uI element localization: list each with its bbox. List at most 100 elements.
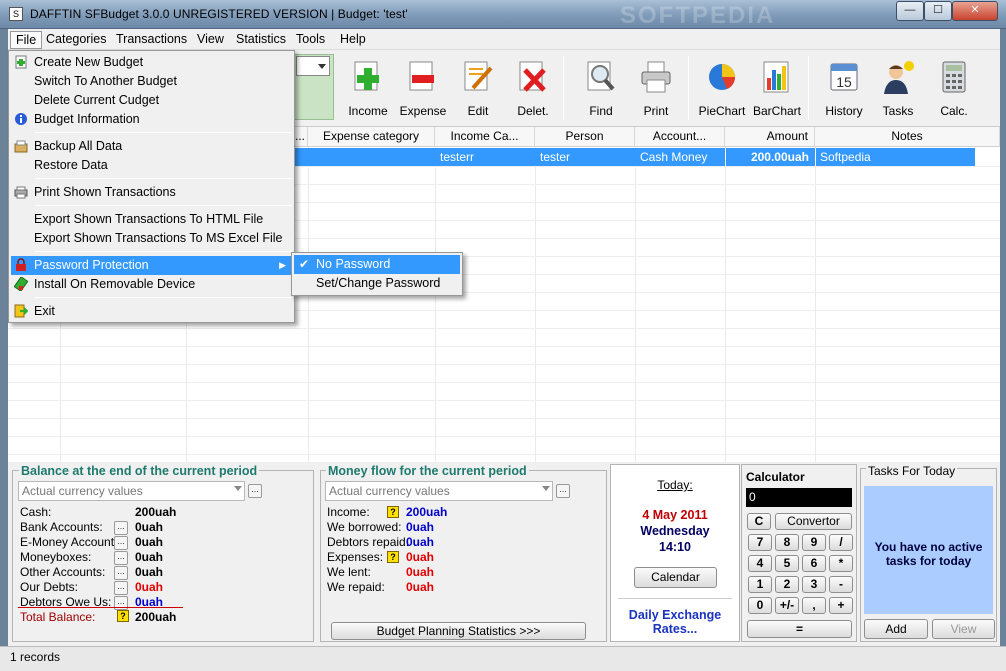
delete-button[interactable]: Delet. — [505, 58, 561, 120]
calculator-key[interactable]: 0 — [748, 597, 772, 614]
menu-help[interactable]: Help — [335, 31, 371, 47]
calculator-key[interactable]: 9 — [802, 534, 826, 551]
menu-transactions[interactable]: Transactions — [111, 31, 192, 47]
calculator-key[interactable]: * — [829, 555, 853, 572]
minimize-button[interactable]: — — [896, 1, 924, 21]
moneyflow-currency-value: Actual currency values — [329, 484, 450, 498]
moneyflow-currency-select[interactable]: Actual currency values — [325, 481, 553, 501]
menu-bar: File Categories Transactions View Statis… — [8, 29, 1000, 50]
edit-icon — [464, 61, 493, 91]
menu-item-label: Switch To Another Budget — [34, 74, 177, 88]
calculator-key[interactable]: +/- — [775, 597, 799, 614]
menu-item-export-html[interactable]: Export Shown Transactions To HTML File — [11, 210, 292, 229]
menu-item-budget-info[interactable]: Budget Information — [11, 110, 292, 129]
menu-item-label: Install On Removable Device — [34, 277, 196, 291]
calculator-key[interactable]: 3 — [802, 576, 826, 593]
piechart-label: PieChart — [698, 104, 746, 118]
print-button[interactable]: Print — [628, 58, 684, 120]
balance-row-details-button[interactable]: ... — [114, 551, 128, 565]
balance-row-details-button[interactable]: ... — [114, 566, 128, 580]
help-icon[interactable]: ? — [117, 610, 129, 622]
menu-view[interactable]: View — [192, 31, 229, 47]
menu-item-print[interactable]: Print Shown Transactions — [11, 183, 292, 202]
add-task-button[interactable]: Add — [864, 619, 928, 639]
maximize-button[interactable]: ☐ — [924, 1, 952, 21]
balance-row-label: Other Accounts: — [20, 565, 106, 579]
find-button[interactable]: Find — [573, 58, 629, 120]
view-task-button[interactable]: View — [932, 619, 995, 639]
moneyflow-options-button[interactable]: ... — [556, 484, 570, 498]
col-header-income-category[interactable]: Income Ca... — [435, 127, 535, 147]
balance-options-button[interactable]: ... — [248, 484, 262, 498]
tasks-message: You have no active tasks for today — [874, 540, 983, 568]
calc-button[interactable]: Calc. — [926, 58, 982, 120]
period-combo[interactable] — [296, 56, 330, 76]
grid-line — [8, 382, 1000, 383]
menu-item-switch-budget[interactable]: Switch To Another Budget — [11, 72, 292, 91]
calculator-key[interactable]: , — [802, 597, 826, 614]
menu-item-restore[interactable]: Restore Data — [11, 156, 292, 175]
status-bar: 1 records — [0, 646, 1006, 671]
menu-item-backup[interactable]: Backup All Data — [11, 137, 292, 156]
calculator-key[interactable]: 8 — [775, 534, 799, 551]
budget-planning-button[interactable]: Budget Planning Statistics >>> — [331, 622, 586, 640]
balance-currency-select[interactable]: Actual currency values — [18, 481, 245, 501]
grid-line — [435, 147, 436, 462]
calculator-key[interactable]: 7 — [748, 534, 772, 551]
toolbar-separator — [563, 56, 564, 120]
menu-item-create-budget[interactable]: Create New Budget — [11, 53, 292, 72]
selected-row-divider — [815, 148, 816, 166]
menu-item-export-excel[interactable]: Export Shown Transactions To MS Excel Fi… — [11, 229, 292, 248]
tasks-button[interactable]: Tasks — [870, 58, 926, 120]
menu-item-no-password[interactable]: ✔ No Password — [294, 255, 460, 274]
menu-item-set-password[interactable]: Set/Change Password — [294, 274, 460, 293]
menu-item-password-protection[interactable]: Password Protection ▶ — [11, 256, 292, 275]
menu-tools[interactable]: Tools — [291, 31, 330, 47]
menu-file[interactable]: File — [10, 31, 43, 49]
calculator-key[interactable]: / — [829, 534, 853, 551]
expense-button[interactable]: Expense — [395, 58, 451, 120]
barchart-button[interactable]: BarChart — [749, 58, 805, 120]
printer-icon — [641, 61, 671, 93]
menu-item-install-removable[interactable]: Install On Removable Device — [11, 275, 292, 294]
menu-item-exit[interactable]: Exit — [11, 302, 292, 321]
menu-item-delete-budget[interactable]: Delete Current Cudget — [11, 91, 292, 110]
total-divider — [18, 607, 183, 608]
edit-button[interactable]: Edit — [450, 58, 506, 120]
col-header-notes[interactable]: Notes — [815, 127, 1000, 147]
calculator-key[interactable]: - — [829, 576, 853, 593]
calculator-key[interactable]: + — [829, 597, 853, 614]
col-header-person[interactable]: Person — [535, 127, 635, 147]
calculator-key[interactable]: 2 — [775, 576, 799, 593]
balance-row-details-button[interactable]: ... — [114, 521, 128, 535]
calendar-button[interactable]: Calendar — [634, 567, 717, 588]
menu-categories[interactable]: Categories — [41, 31, 111, 47]
menu-statistics[interactable]: Statistics — [231, 31, 291, 47]
new-budget-icon — [15, 55, 27, 69]
calculator-key[interactable]: 4 — [748, 555, 772, 572]
help-icon[interactable]: ? — [387, 506, 399, 518]
col-header-amount[interactable]: Amount — [725, 127, 815, 147]
printer-icon — [14, 186, 28, 199]
calculator-key[interactable]: 1 — [748, 576, 772, 593]
balance-row-details-button[interactable]: ... — [114, 581, 128, 595]
piechart-button[interactable]: PieChart — [694, 58, 750, 120]
toolbar-separator — [688, 56, 689, 120]
calculator-key[interactable]: 5 — [775, 555, 799, 572]
menu-item-label: Create New Budget — [34, 55, 144, 69]
convertor-button[interactable]: Convertor — [775, 513, 852, 530]
history-button[interactable]: 15 History — [816, 58, 872, 120]
exchange-rates-link[interactable]: Daily Exchange Rates... — [620, 608, 730, 636]
calculator-clear-button[interactable]: C — [747, 513, 771, 530]
calendar-icon: 15 — [830, 63, 858, 91]
balance-row-details-button[interactable]: ... — [114, 536, 128, 550]
calculator-equals-button[interactable]: = — [747, 620, 852, 638]
col-header-expense-category[interactable]: Expense category — [308, 127, 435, 147]
income-button[interactable]: Income — [340, 58, 396, 120]
close-button[interactable]: ✕ — [952, 1, 998, 21]
help-icon[interactable]: ? — [387, 551, 399, 563]
moneyflow-row-label: We lent: — [327, 565, 371, 579]
plus-icon — [354, 61, 379, 91]
calculator-key[interactable]: 6 — [802, 555, 826, 572]
col-header-account[interactable]: Account... — [635, 127, 725, 147]
